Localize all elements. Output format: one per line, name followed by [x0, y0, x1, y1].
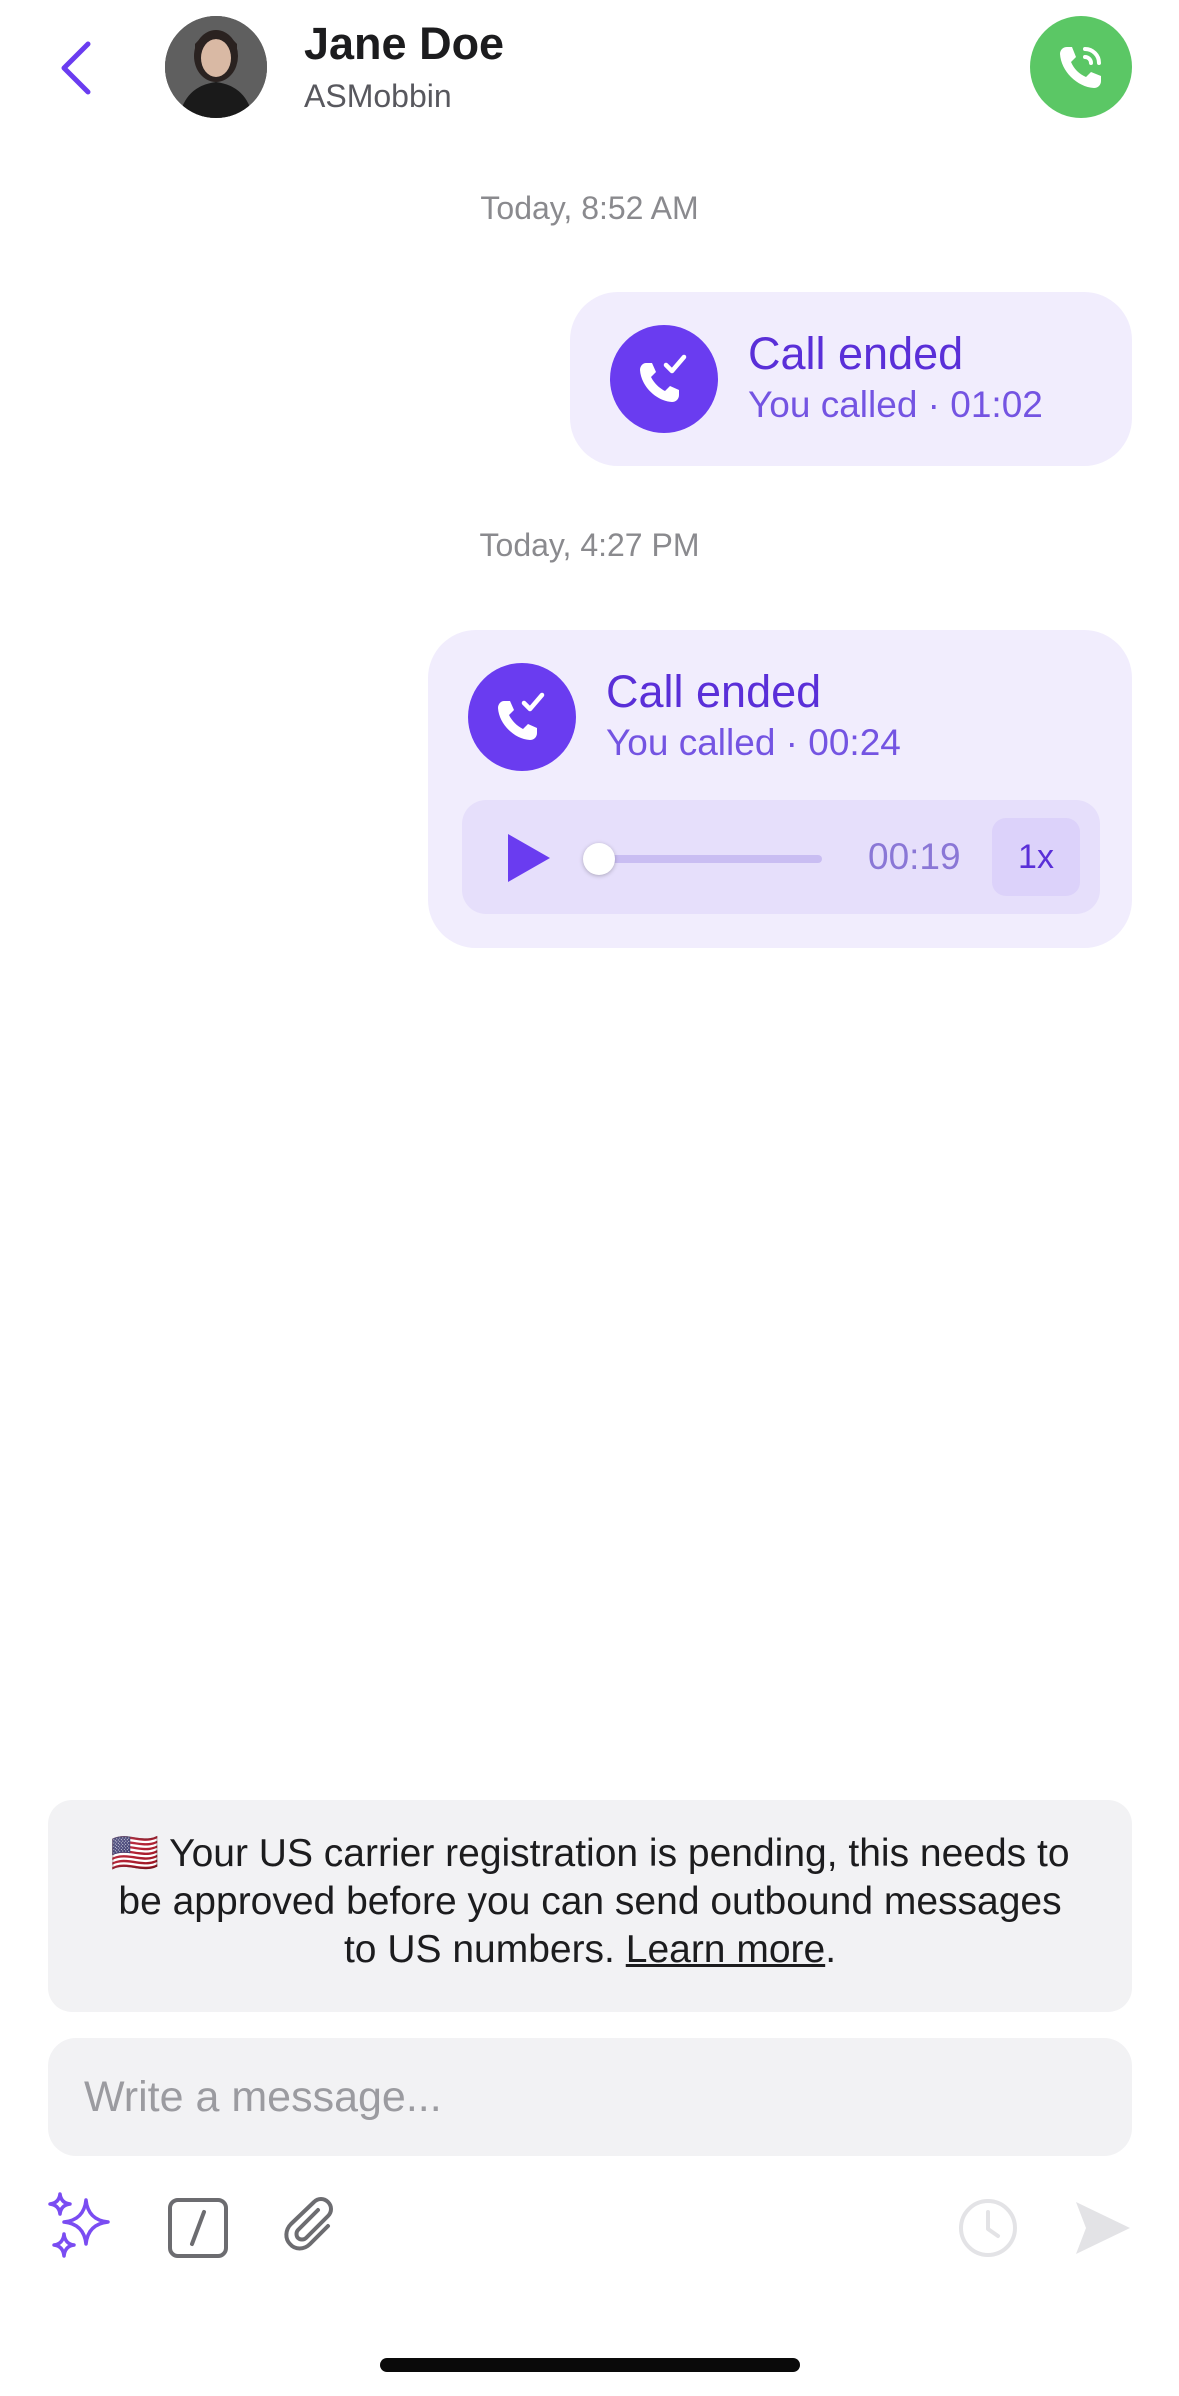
clock-icon [959, 2199, 1017, 2257]
chevron-left-icon [61, 41, 91, 95]
scrubber-handle[interactable] [583, 843, 616, 875]
sparkles-icon [48, 2192, 110, 2258]
back-button[interactable] [48, 32, 104, 104]
avatar[interactable] [165, 16, 267, 118]
phone-check-icon [640, 354, 687, 402]
phone-icon [1060, 47, 1101, 88]
call-subtitle: You called · 01:02 [748, 384, 1043, 425]
call-ended-bubble[interactable]: Call ended You called · 01:02 [570, 292, 1132, 466]
avatar-photo [165, 16, 267, 118]
send-button[interactable] [1064, 2190, 1140, 2266]
call-ended-icon [468, 663, 576, 771]
playback-scrubber[interactable] [583, 843, 822, 875]
contact-subtitle: ASMobbin [304, 78, 452, 114]
paperclip-icon [284, 2197, 333, 2251]
playback-time: 00:19 [868, 836, 961, 877]
home-indicator [380, 2358, 800, 2372]
attach-button[interactable] [274, 2190, 350, 2266]
call-title: Call ended [606, 666, 822, 717]
phone-check-icon [498, 692, 545, 740]
message-timestamp: Today, 8:52 AM [480, 190, 699, 226]
chat-header: Jane Doe ASMobbin [0, 0, 1179, 140]
play-button[interactable] [504, 832, 554, 884]
schedule-button[interactable] [950, 2190, 1026, 2266]
message-input[interactable] [84, 2038, 1084, 2156]
message-timestamp: Today, 4:27 PM [479, 527, 700, 563]
call-ended-bubble[interactable]: Call ended You called · 00:24 00:19 1x [428, 630, 1132, 948]
notice-text: Your US carrier registration is pending,… [118, 1832, 1070, 1971]
call-subtitle: You called · 00:24 [606, 722, 901, 763]
send-icon [1076, 2202, 1130, 2254]
message-composer[interactable] [48, 2038, 1132, 2156]
playback-speed-button[interactable]: 1x [992, 818, 1080, 896]
call-title: Call ended [748, 328, 964, 379]
contact-name[interactable]: Jane Doe [304, 18, 504, 70]
slash-command-icon [168, 2198, 228, 2258]
carrier-registration-notice: 🇺🇸 Your US carrier registration is pendi… [48, 1800, 1132, 2012]
slash-commands-button[interactable] [160, 2190, 236, 2266]
call-ended-icon [610, 325, 718, 433]
ai-assist-button[interactable] [44, 2190, 120, 2266]
notice-suffix: . [825, 1928, 837, 1971]
call-button[interactable] [1030, 16, 1132, 118]
learn-more-link[interactable]: Learn more [626, 1928, 825, 1971]
play-icon [508, 834, 550, 882]
us-flag-icon: 🇺🇸 [110, 1832, 160, 1875]
call-recording-player: 00:19 1x [462, 800, 1100, 914]
